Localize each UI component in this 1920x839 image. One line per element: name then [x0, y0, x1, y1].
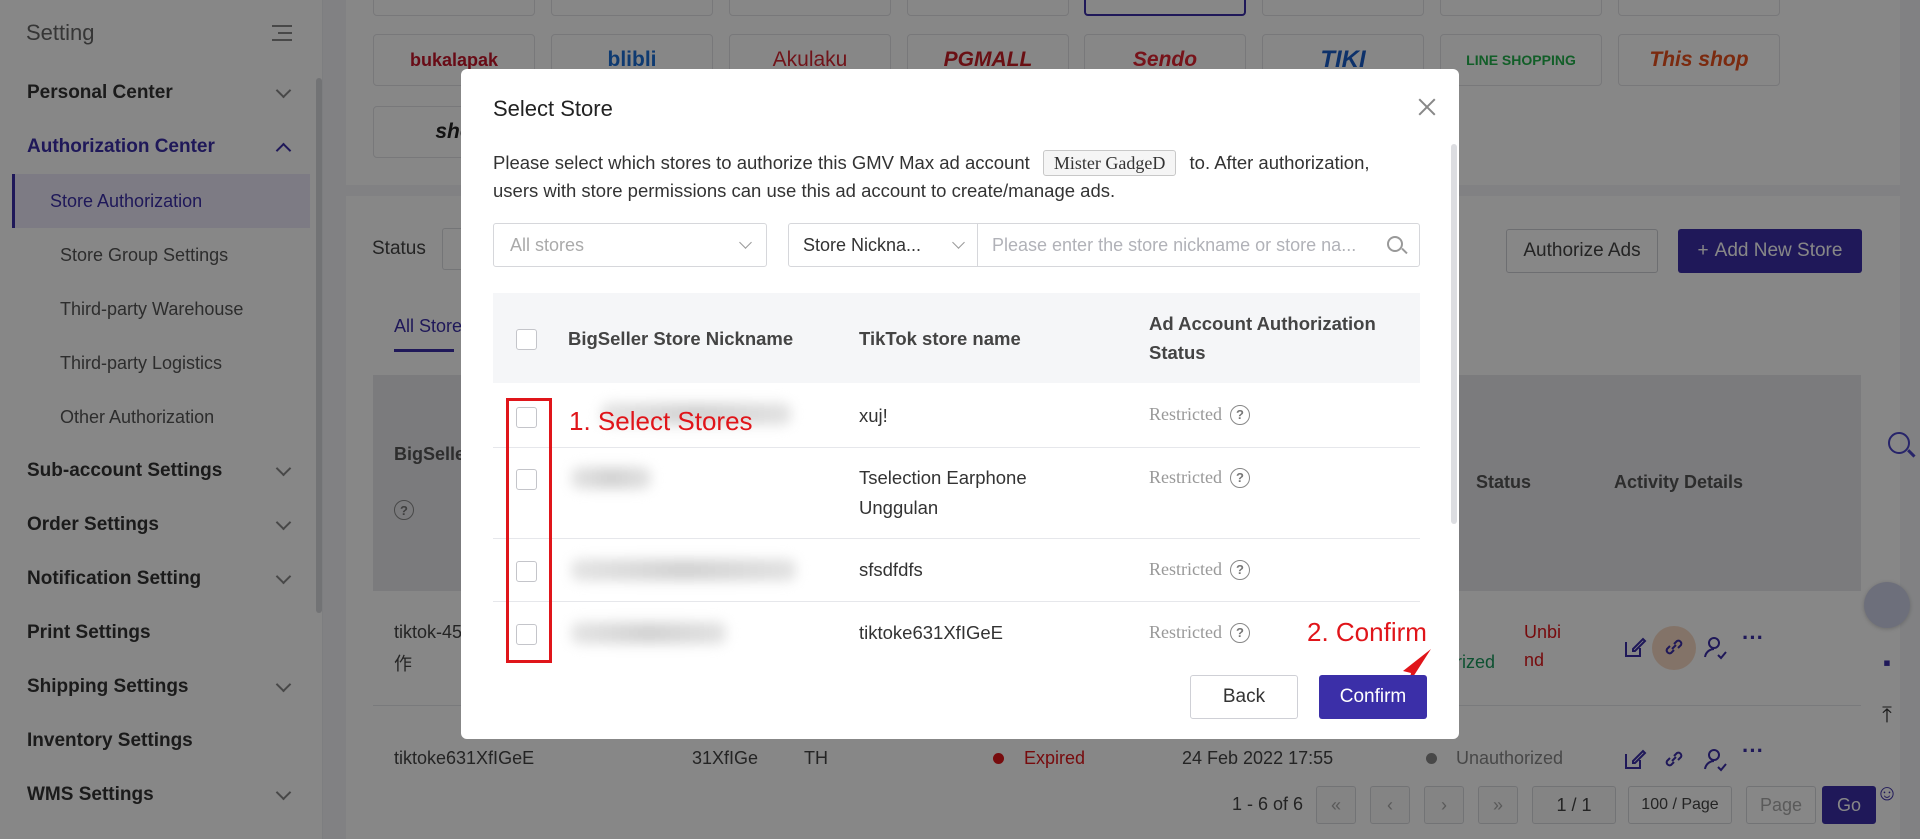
- chevron-down-icon: [952, 236, 965, 249]
- row-divider: [493, 447, 1420, 448]
- row-divider: [493, 538, 1420, 539]
- dialog-title: Select Store: [493, 96, 613, 121]
- help-icon[interactable]: ?: [1229, 559, 1250, 580]
- blurred-nickname: [571, 467, 651, 489]
- auth-status-restricted: Restricted?: [1149, 622, 1250, 643]
- col-auth-status: Ad Account Authorization Status: [1149, 313, 1376, 363]
- help-icon[interactable]: ?: [1229, 467, 1250, 488]
- blurred-nickname: [571, 559, 796, 581]
- store-search-input[interactable]: [977, 223, 1420, 267]
- auth-status-restricted: Restricted?: [1149, 404, 1250, 425]
- tiktok-store-name: sfsdfdfs: [859, 559, 923, 580]
- search-type-value: Store Nickna...: [803, 234, 922, 255]
- chevron-down-icon: [739, 236, 752, 249]
- dialog-description: Please select which stores to authorize …: [493, 149, 1413, 205]
- auth-status-text: Restricted: [1149, 467, 1222, 487]
- ad-account-tag: Mister GadgeD: [1042, 150, 1177, 176]
- select-all-checkbox[interactable]: [516, 329, 537, 350]
- row-divider: [493, 601, 1420, 602]
- all-stores-placeholder: All stores: [510, 234, 585, 255]
- auth-status-text: Restricted: [1149, 404, 1222, 424]
- search-icon[interactable]: [1387, 236, 1403, 252]
- select-store-dialog: Select Store Please select which stores …: [461, 69, 1459, 739]
- help-icon[interactable]: ?: [1229, 404, 1250, 425]
- annotation-confirm: 2. Confirm: [1307, 617, 1427, 647]
- search-type-select[interactable]: Store Nickna...: [788, 223, 978, 267]
- desc-text-before: Please select which stores to authorize …: [493, 152, 1030, 173]
- dialog-scrollbar[interactable]: [1451, 144, 1457, 524]
- close-icon[interactable]: [1417, 97, 1437, 117]
- all-stores-select[interactable]: All stores: [493, 223, 767, 267]
- annotation-select-stores: 1. Select Stores: [569, 406, 753, 436]
- auth-status-restricted: Restricted?: [1149, 559, 1250, 580]
- tiktok-store-name: tiktoke631XfIGeE: [859, 622, 1003, 643]
- col-tiktok-store-name: TikTok store name: [859, 328, 1021, 349]
- col-store-nickname: BigSeller Store Nickname: [568, 328, 794, 349]
- auth-status-restricted: Restricted?: [1149, 467, 1250, 488]
- back-button[interactable]: Back: [1190, 675, 1298, 719]
- annotation-highlight-box: [506, 398, 552, 663]
- auth-status-text: Restricted: [1149, 622, 1222, 642]
- blurred-nickname: [571, 622, 726, 644]
- tiktok-store-name: Tselection Earphone Unggulan: [859, 467, 1027, 518]
- tiktok-store-name: xuj!: [859, 405, 888, 426]
- help-icon[interactable]: ?: [1229, 622, 1250, 643]
- auth-status-text: Restricted: [1149, 559, 1222, 579]
- confirm-button[interactable]: Confirm: [1319, 675, 1427, 719]
